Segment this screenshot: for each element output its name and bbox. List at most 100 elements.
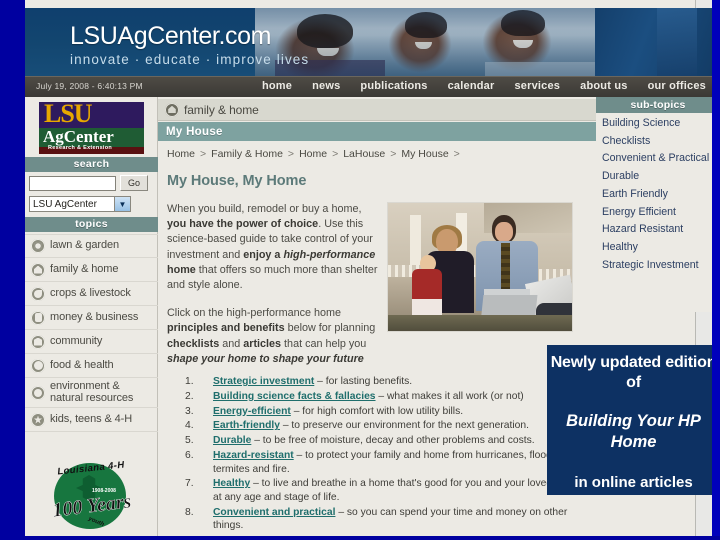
p1-a: When you build, remodel or buy a home, [167, 203, 362, 215]
nav-link-services[interactable]: services [504, 80, 570, 92]
topics-header: topics [25, 217, 158, 232]
banner-right-gradient [595, 8, 720, 76]
louisiana-4h-logo[interactable]: Louisiana 4-H 1908-2008 100 Years youth [38, 457, 146, 533]
list-item: Earth-friendly – to preserve our environ… [167, 419, 587, 433]
p1-f: home [167, 263, 196, 276]
breadcrumb-item-lahouse[interactable]: LaHouse [343, 148, 385, 160]
globe-icon [31, 385, 45, 400]
breadcrumb: Home > Family & Home > Home > LaHouse > … [158, 145, 596, 163]
list-text: – what makes it all work (or not) [375, 390, 524, 402]
list-link-convenient-practical[interactable]: Convenient and practical [213, 507, 335, 518]
subtopics-list: Building Science Checklists Convenient &… [596, 113, 720, 272]
topic-label: family & home [50, 262, 119, 275]
nav-link-our-offices[interactable]: our offices [638, 80, 716, 92]
subtopic-checklists[interactable]: Checklists [602, 135, 714, 148]
callout-line-2: Building Your HP Home [566, 412, 701, 451]
subtopic-energy-efficient[interactable]: Energy Efficient [602, 206, 714, 219]
sidebar-item-family-home[interactable]: family & home [25, 258, 158, 282]
list-link-strategic-investment[interactable]: Strategic investment [213, 376, 314, 387]
breadcrumb-separator: > [332, 148, 339, 160]
sidebar-item-lawn-garden[interactable]: lawn & garden [25, 234, 158, 258]
promo-callout[interactable]: Newly updated edition of Building Your H… [547, 345, 720, 495]
p2-a: Click on the high-performance home [167, 307, 342, 320]
p2-g: that can help you [281, 337, 367, 350]
subtopic-earth-friendly[interactable]: Earth Friendly [602, 188, 714, 201]
list-item: Strategic investment – for lasting benef… [167, 375, 587, 389]
breadcrumb-item-family-home[interactable]: Family & Home [211, 148, 283, 160]
section-label: family & home [184, 102, 259, 117]
list-link-building-science[interactable]: Building science facts & fallacies [213, 391, 376, 402]
topic-label: food & health [50, 358, 114, 371]
list-link-durable[interactable]: Durable [213, 435, 251, 446]
sidebar-item-kids-teens-4h[interactable]: kids, teens & 4-H [25, 408, 158, 432]
page-bottom-blue-strip [0, 536, 720, 540]
list-item: Energy-efficient – for high comfort with… [167, 405, 587, 419]
sidebar-item-environment[interactable]: environment & natural resources [25, 378, 158, 408]
p2-h: shape your home to shape your future [167, 352, 364, 365]
callout-line-1: Newly updated edition of [550, 354, 717, 391]
flower-icon [31, 239, 45, 253]
logo-agcenter-text: AgCenter [43, 127, 114, 146]
clover-icon [31, 412, 45, 427]
list-link-hazard-resistant[interactable]: Hazard-resistant [213, 450, 294, 461]
house-icon [31, 262, 45, 277]
lsu-agcenter-logo[interactable]: LSU AgCenter Research & Extension [39, 102, 144, 154]
topic-label: community [50, 334, 103, 347]
list-text: – to preserve our environment for the ne… [279, 420, 529, 432]
breadcrumb-item-home[interactable]: Home [167, 148, 195, 160]
breadcrumb-separator: > [287, 148, 295, 160]
sidebar-item-food-health[interactable]: food & health [25, 354, 158, 378]
main-content: family & home My House Home > Family & H… [158, 97, 596, 536]
list-link-earth-friendly[interactable]: Earth-friendly [213, 420, 280, 431]
nav-link-publications[interactable]: publications [350, 80, 437, 92]
list-item: Hazard-resistant – to protect your famil… [167, 449, 587, 476]
search-go-button[interactable]: Go [120, 175, 148, 191]
list-item: Building science facts & fallacies – wha… [167, 390, 587, 404]
nav-link-calendar[interactable]: calendar [438, 80, 505, 92]
breadcrumb-separator: > [200, 148, 207, 160]
topic-label: kids, teens & 4-H [50, 412, 133, 425]
article-body: When you build, remodel or buy a home, y… [167, 202, 382, 367]
topics-list: lawn & garden family & home crops & live… [25, 234, 158, 432]
breadcrumb-item-my-house[interactable]: My House [401, 148, 448, 160]
p1-b: you have the power of choice [167, 218, 319, 231]
article-paragraph-1: When you build, remodel or buy a home, y… [167, 202, 382, 293]
subtopic-hazard-resistant[interactable]: Hazard Resistant [602, 223, 714, 236]
subtopic-strategic-investment[interactable]: Strategic Investment [602, 259, 714, 272]
breadcrumb-item-home2[interactable]: Home [299, 148, 327, 160]
list-item: Durable – to be free of moisture, decay … [167, 434, 587, 448]
screenshot-root: LSUAgCenter.com innovate · educate · imp… [0, 0, 720, 540]
site-title: LSUAgCenter.com [70, 22, 272, 50]
page-right-blue-edge [712, 0, 720, 540]
subtopic-convenient-practical[interactable]: Convenient & Practical [602, 152, 714, 165]
nav-link-home[interactable]: home [252, 80, 302, 92]
section-family-home-header: family & home [158, 99, 596, 121]
subtopic-healthy[interactable]: Healthy [602, 241, 714, 254]
topic-label: environment & natural resources [50, 380, 134, 404]
p1-g: that offers so much more than shelter an… [167, 263, 378, 292]
topic-label: money & business [50, 310, 139, 323]
list-item: Healthy – to live and breathe in a home … [167, 477, 587, 504]
nav-link-news[interactable]: news [302, 80, 350, 92]
p2-d: checklists [167, 337, 220, 350]
search-scope-select[interactable]: LSU AgCenter ▼ [29, 196, 131, 212]
site-banner: LSUAgCenter.com innovate · educate · imp… [25, 8, 720, 76]
chevron-down-icon[interactable]: ▼ [114, 197, 130, 211]
sidebar-item-money-business[interactable]: money & business [25, 306, 158, 330]
p2-f: articles [243, 337, 282, 350]
site-tagline: innovate · educate · improve lives [70, 52, 310, 67]
list-link-energy-efficient[interactable]: Energy-efficient [213, 406, 291, 417]
nav-link-about-us[interactable]: about us [570, 80, 637, 92]
building-icon [31, 334, 45, 349]
subtopic-durable[interactable]: Durable [602, 170, 714, 183]
list-text: – for high comfort with low utility bill… [290, 405, 464, 417]
nav-links: home news publications calendar services… [252, 80, 716, 92]
top-navbar: July 19, 2008 - 6:40:13 PM home news pub… [25, 76, 720, 98]
subtopic-building-science[interactable]: Building Science [602, 117, 714, 130]
sidebar-item-crops-livestock[interactable]: crops & livestock [25, 282, 158, 306]
sidebar-item-community[interactable]: community [25, 330, 158, 354]
principles-list: Strategic investment – for lasting benef… [167, 375, 587, 534]
search-input[interactable] [29, 175, 116, 191]
list-link-healthy[interactable]: Healthy [213, 478, 250, 489]
callout-line-3: in online articles [574, 474, 693, 491]
